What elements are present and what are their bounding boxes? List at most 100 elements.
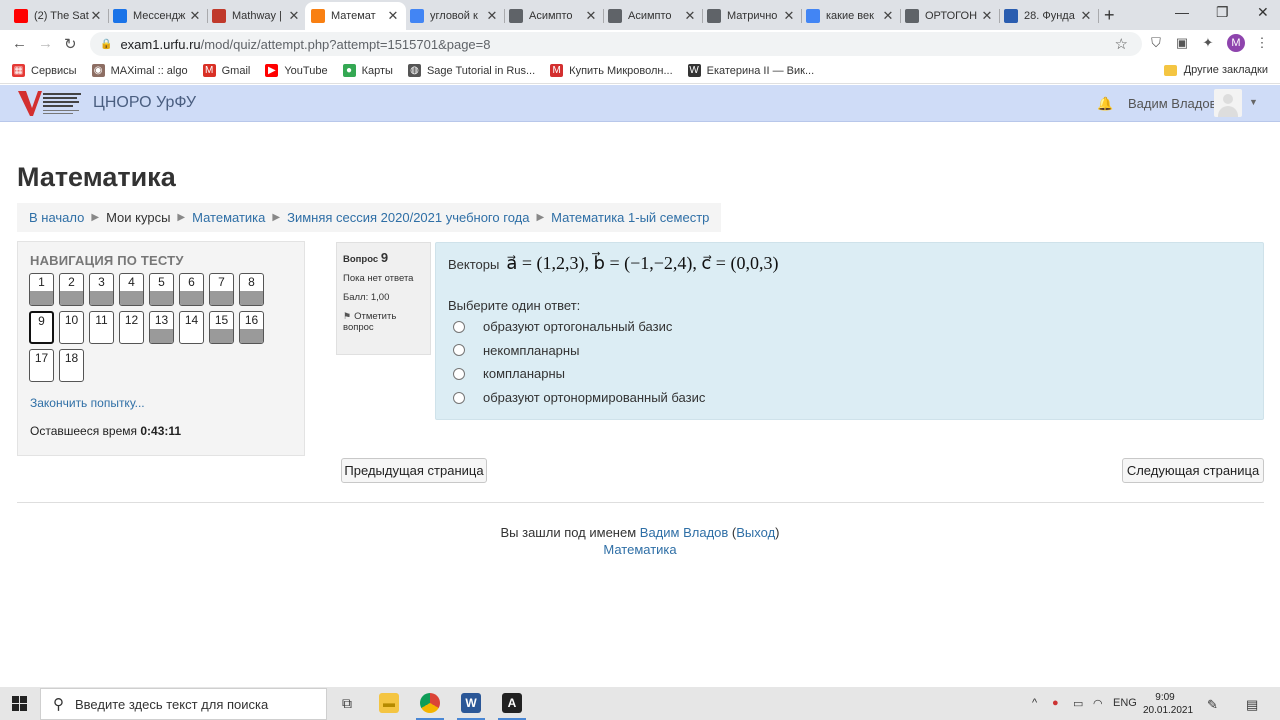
close-tab-icon[interactable]: ✕ <box>782 8 796 24</box>
bookmark-item[interactable]: ▦ Сервисы <box>12 64 77 77</box>
quiz-question-button[interactable]: 6 <box>179 273 204 306</box>
answer-option[interactable]: образуют ортогональный базис <box>453 319 672 334</box>
back-icon[interactable]: ← <box>12 35 27 52</box>
quiz-question-button[interactable]: 16 <box>239 311 264 344</box>
close-tab-icon[interactable]: ✕ <box>980 8 994 24</box>
windows-start-icon[interactable] <box>12 696 27 711</box>
bookmark-star-icon[interactable]: ☆ <box>1115 35 1128 53</box>
next-page-button[interactable]: Следующая страница <box>1122 458 1264 483</box>
previous-page-button[interactable]: Предыдущая страница <box>341 458 487 483</box>
notification-bell-icon[interactable]: 🔔 <box>1097 96 1113 112</box>
finish-attempt-link[interactable]: Закончить попытку... <box>30 396 145 410</box>
footer-user-link[interactable]: Вадим Владов <box>640 525 729 540</box>
browser-tab[interactable]: (2) The Sat ✕ <box>8 2 109 30</box>
quiz-question-button[interactable]: 9 <box>29 311 54 344</box>
pen-workspace-icon[interactable]: ✎ <box>1207 697 1218 713</box>
tray-overflow-icon[interactable]: ^ <box>1032 697 1037 709</box>
browser-tab[interactable]: какие век ✕ <box>800 2 901 30</box>
quiz-question-button[interactable]: 7 <box>209 273 234 306</box>
browser-tab[interactable]: Асимпто ✕ <box>602 2 703 30</box>
close-tab-icon[interactable]: ✕ <box>584 8 598 24</box>
quiz-question-button[interactable]: 4 <box>119 273 144 306</box>
close-tab-icon[interactable]: ✕ <box>386 8 400 24</box>
answer-option[interactable]: некомпланарны <box>453 343 579 358</box>
answer-radio[interactable] <box>453 344 465 357</box>
logout-link[interactable]: Выход <box>736 525 775 540</box>
answer-option[interactable]: компланарны <box>453 366 565 381</box>
browser-tab[interactable]: Матрично ✕ <box>701 2 802 30</box>
wifi-icon[interactable]: ◠ <box>1093 697 1103 710</box>
flag-question[interactable]: ⚑ Отметить вопрос <box>343 311 424 333</box>
breadcrumb-course[interactable]: Математика <box>192 210 265 225</box>
menu-dots-icon[interactable]: ⋮ <box>1254 35 1270 51</box>
browser-tab[interactable]: угловой к ✕ <box>404 2 505 30</box>
notifications-icon[interactable]: ▤ <box>1246 697 1258 713</box>
browser-tab[interactable]: 28. Фунда ✕ <box>998 2 1099 30</box>
extensions-puzzle-icon[interactable]: ✦ <box>1200 35 1216 51</box>
browser-tab[interactable]: Мессендж ✕ <box>107 2 208 30</box>
breadcrumb-home[interactable]: В начало <box>29 210 84 225</box>
other-bookmarks[interactable]: Другие закладки <box>1163 64 1268 76</box>
close-tab-icon[interactable]: ✕ <box>485 8 499 24</box>
bookmark-item[interactable]: ● Карты <box>342 64 393 77</box>
browser-tab[interactable]: Асимпто ✕ <box>503 2 604 30</box>
close-tab-icon[interactable]: ✕ <box>287 8 301 24</box>
quiz-question-button[interactable]: 5 <box>149 273 174 306</box>
quiz-question-button[interactable]: 1 <box>29 273 54 306</box>
quiz-question-button[interactable]: 13 <box>149 311 174 344</box>
language-indicator[interactable]: ENG <box>1113 697 1137 709</box>
minimize-button[interactable]: — <box>1175 4 1189 20</box>
quiz-question-button[interactable]: 3 <box>89 273 114 306</box>
bookmark-item[interactable]: ▶ YouTube <box>265 64 328 77</box>
bookmark-item[interactable]: M Купить Микроволн... <box>550 64 673 77</box>
maximize-button[interactable]: ❐ <box>1216 4 1229 21</box>
chrome-icon[interactable] <box>420 693 440 713</box>
word-icon[interactable]: W <box>461 693 481 713</box>
close-tab-icon[interactable]: ✕ <box>683 8 697 24</box>
urfu-logo[interactable] <box>16 88 84 118</box>
breadcrumb-semester[interactable]: Математика 1-ый семестр <box>551 210 709 225</box>
answer-radio[interactable] <box>453 367 465 380</box>
quiz-question-button[interactable]: 11 <box>89 311 114 344</box>
quiz-question-button[interactable]: 15 <box>209 311 234 344</box>
quiz-question-button[interactable]: 17 <box>29 349 54 382</box>
quiz-question-button[interactable]: 18 <box>59 349 84 382</box>
breadcrumb-session[interactable]: Зимняя сессия 2020/2021 учебного года <box>287 210 529 225</box>
address-bar[interactable]: 🔒 exam1.urfu.ru/mod/quiz/attempt.php?att… <box>90 32 1142 56</box>
bookmark-item[interactable]: ◍ Sage Tutorial in Rus... <box>407 64 535 77</box>
header-username[interactable]: Вадим Владов <box>1128 96 1217 111</box>
task-view-icon[interactable]: ⧉ <box>337 693 357 713</box>
taskbar-clock[interactable]: 9:09 20.01.2021 <box>1143 691 1193 717</box>
bookmark-item[interactable]: M Gmail <box>202 64 250 77</box>
quiz-question-button[interactable]: 10 <box>59 311 84 344</box>
site-name[interactable]: ЦНОРО УрФУ <box>93 94 196 112</box>
close-tab-icon[interactable]: ✕ <box>89 8 103 24</box>
answer-option[interactable]: образуют ортонормированный базис <box>453 390 705 405</box>
user-menu-caret-icon[interactable]: ▼ <box>1249 97 1258 107</box>
quiz-question-button[interactable]: 8 <box>239 273 264 306</box>
translate-extension-icon[interactable]: ▣ <box>1174 35 1190 51</box>
shield-extension-icon[interactable]: ⛉ <box>1148 35 1164 51</box>
quiz-question-button[interactable]: 14 <box>179 311 204 344</box>
footer-course-link[interactable]: Математика <box>603 542 676 557</box>
close-tab-icon[interactable]: ✕ <box>188 8 202 24</box>
taskbar-search[interactable]: ⚲ Введите здесь текст для поиска <box>40 688 327 720</box>
forward-icon[interactable]: → <box>38 35 53 52</box>
close-tab-icon[interactable]: ✕ <box>1079 8 1093 24</box>
tray-app-icon[interactable]: ● <box>1052 697 1059 709</box>
bookmark-item[interactable]: W Екатерина II — Вик... <box>687 64 814 77</box>
reload-icon[interactable]: ↻ <box>64 35 77 53</box>
battery-icon[interactable]: ▭ <box>1073 697 1083 710</box>
browser-tab[interactable]: Математ ✕ <box>305 2 406 30</box>
user-avatar[interactable] <box>1214 89 1242 117</box>
acrobat-icon[interactable]: A <box>502 693 522 713</box>
answer-radio[interactable] <box>453 391 465 404</box>
file-explorer-icon[interactable]: ▬ <box>379 693 399 713</box>
browser-tab[interactable]: ОРТОГОН ✕ <box>899 2 1000 30</box>
bookmark-item[interactable]: ◉ MAXimal :: algo <box>91 64 188 77</box>
answer-radio[interactable] <box>453 320 465 333</box>
quiz-question-button[interactable]: 12 <box>119 311 144 344</box>
browser-tab[interactable]: Mathway | ✕ <box>206 2 307 30</box>
close-tab-icon[interactable]: ✕ <box>881 8 895 24</box>
close-window-button[interactable]: ✕ <box>1257 4 1269 21</box>
